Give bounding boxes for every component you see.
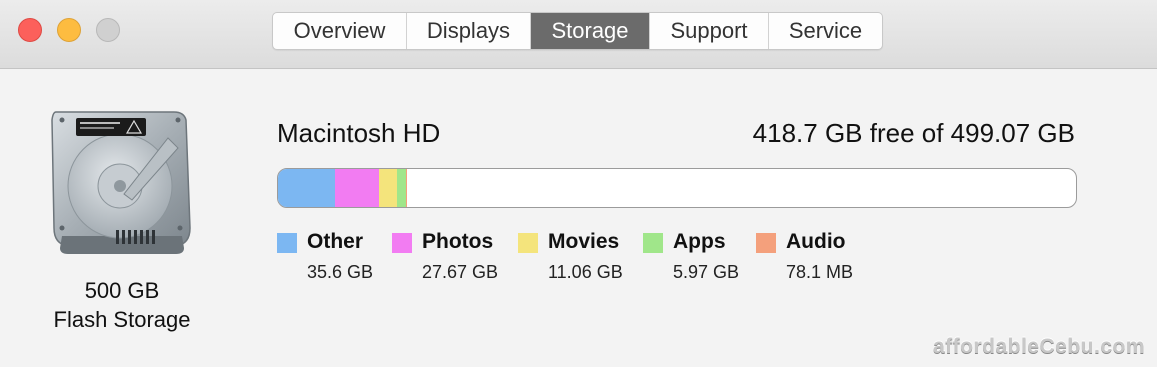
legend-swatch xyxy=(392,233,412,253)
legend-label: Movies xyxy=(548,230,620,253)
legend-label: Photos xyxy=(422,230,494,253)
usage-segment-photos xyxy=(334,169,380,207)
volume-free-space: 418.7 GB free of 499.07 GB xyxy=(752,118,1075,148)
disk-type: Flash Storage xyxy=(53,307,191,332)
disk-caption: 500 GB Flash Storage xyxy=(22,276,222,334)
minimize-window-button[interactable] xyxy=(57,18,81,42)
legend-size: 27.67 GB xyxy=(422,262,499,282)
legend-size: 11.06 GB xyxy=(548,262,623,282)
legend-size: 78.1 MB xyxy=(786,262,854,282)
volume-name: Macintosh HD xyxy=(277,118,441,148)
tab-bar: Overview Displays Storage Support Servic… xyxy=(272,12,883,50)
legend-label: Other xyxy=(307,230,364,253)
legend-swatch xyxy=(756,233,776,253)
title-bar: Overview Displays Storage Support Servic… xyxy=(0,0,1157,69)
tab-displays[interactable]: Displays xyxy=(407,13,531,49)
tab-service[interactable]: Service xyxy=(769,13,882,49)
close-window-button[interactable] xyxy=(18,18,42,42)
disk-capacity: 500 GB xyxy=(84,278,160,303)
storage-usage-bar xyxy=(277,168,1077,208)
tab-overview[interactable]: Overview xyxy=(273,13,407,49)
legend-swatch xyxy=(518,233,538,253)
usage-segment-audio xyxy=(406,169,408,207)
usage-segment-apps xyxy=(396,169,407,207)
legend-swatch xyxy=(643,233,663,253)
zoom-window-button[interactable] xyxy=(96,18,120,42)
legend-label: Apps xyxy=(673,230,726,253)
legend-size: 35.6 GB xyxy=(307,262,374,282)
tab-storage[interactable]: Storage xyxy=(531,13,650,49)
usage-segment-other xyxy=(278,169,335,207)
legend-size: 5.97 GB xyxy=(673,262,740,282)
legend-label: Audio xyxy=(786,230,846,253)
tab-support[interactable]: Support xyxy=(650,13,769,49)
hard-drive-icon xyxy=(50,108,194,256)
legend-swatch xyxy=(277,233,297,253)
watermark: affordableCebu.com xyxy=(932,335,1145,358)
usage-segment-movies xyxy=(379,169,397,207)
